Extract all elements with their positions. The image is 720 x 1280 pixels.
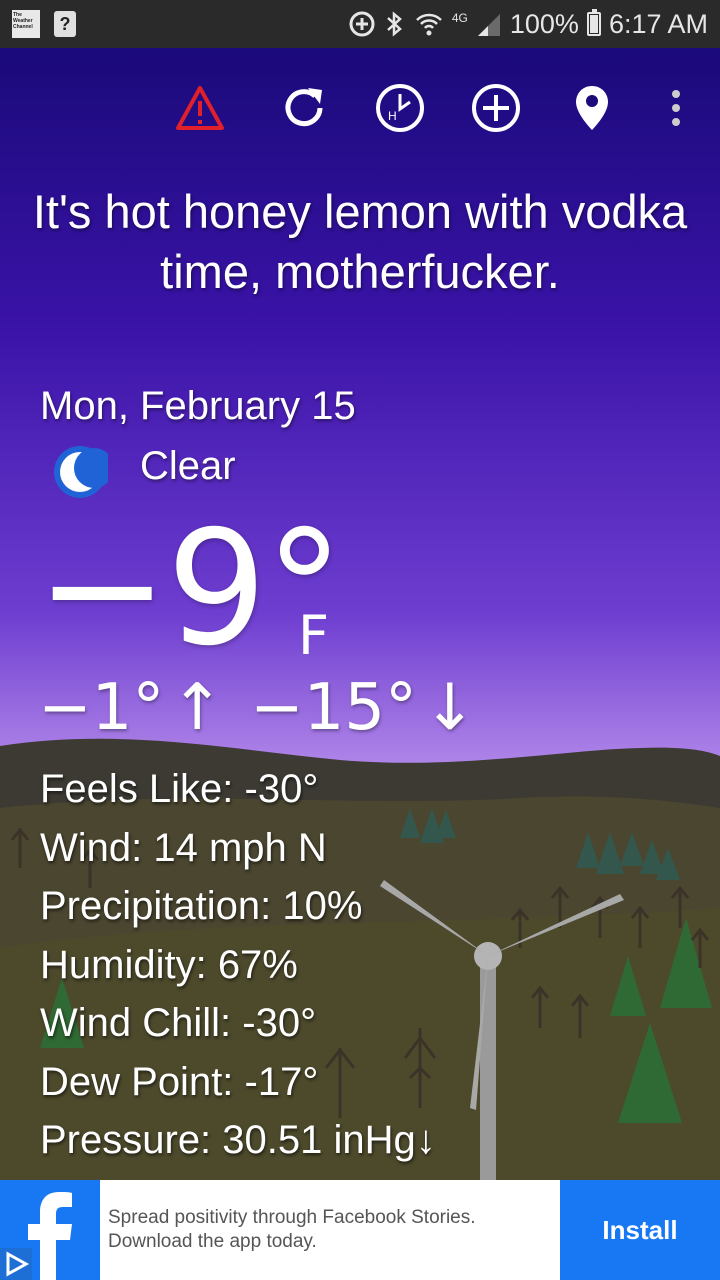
battery-icon — [586, 9, 601, 36]
wifi-icon — [414, 10, 444, 38]
current-temperature: −9° — [36, 497, 344, 681]
refresh-icon — [285, 88, 323, 127]
weather-channel-logo-icon: The Weather Channel — [12, 10, 40, 38]
location-button[interactable] — [562, 78, 622, 138]
condition-label: Clear — [140, 444, 236, 488]
signal-icon — [476, 10, 502, 38]
wind-chill: Wind Chill: -30° — [40, 1001, 317, 1045]
install-button[interactable]: Install — [560, 1180, 720, 1280]
network-type-label: 4G — [451, 11, 468, 25]
dew-point: Dew Point: -17° — [40, 1059, 319, 1104]
hourly-button[interactable]: H — [370, 78, 430, 138]
toolbar: H — [0, 78, 720, 138]
clock: 6:17 AM — [608, 8, 708, 39]
clear-night-moon-icon — [54, 446, 108, 498]
pressure: Pressure: 30.51 inHg↓ — [40, 1118, 436, 1162]
forecast-date: Mon, February 15 — [40, 384, 356, 428]
bluetooth-icon — [384, 10, 406, 38]
temperature-unit: F — [298, 604, 330, 667]
ad-text-line-2: Download the app today. — [108, 1231, 317, 1252]
low-temperature: −15° — [249, 671, 418, 745]
battery-percent: 100% — [509, 8, 579, 39]
down-arrow-icon: ↓ — [423, 671, 477, 745]
svg-text:H: H — [388, 109, 397, 123]
up-arrow-icon: ↑ — [170, 671, 224, 745]
alert-button[interactable] — [170, 78, 230, 138]
more-options-button[interactable] — [646, 78, 706, 138]
ad-text-line-1: Spread positivity through Facebook Stori… — [108, 1207, 476, 1228]
help-icon: ? — [54, 11, 76, 37]
add-location-icon — [472, 84, 520, 132]
status-bar: The Weather Channel ? 4G 100% 6:17 AM — [0, 0, 720, 48]
weather-main: H It's hot honey lemon with vodka time, … — [0, 48, 720, 1180]
add-location-button[interactable] — [466, 78, 526, 138]
wind: Wind: 14 mph N — [40, 825, 327, 870]
adchoices-icon[interactable] — [0, 1248, 32, 1280]
headline: It's hot honey lemon with vodka time, mo… — [32, 185, 688, 298]
high-temperature: −1° — [38, 671, 165, 745]
precipitation: Precipitation: 10% — [40, 884, 363, 928]
more-vert-icon — [672, 90, 680, 126]
hourly-icon: H — [376, 84, 424, 132]
humidity: Humidity: 67% — [40, 942, 298, 987]
alert-icon — [176, 86, 224, 130]
high-low-temperature: −1°↑ −15°↓ — [38, 672, 477, 744]
refresh-button[interactable] — [274, 78, 334, 138]
feels-like: Feels Like: -30° — [40, 767, 319, 811]
weather-details: Feels Like: -30° Wind: 14 mph N Precipit… — [40, 760, 436, 1170]
data-saver-icon — [348, 10, 376, 38]
ad-text: Spread positivity through Facebook Stori… — [108, 1206, 548, 1254]
location-pin-icon — [576, 86, 608, 130]
ad-banner[interactable]: Spread positivity through Facebook Stori… — [0, 1180, 720, 1280]
